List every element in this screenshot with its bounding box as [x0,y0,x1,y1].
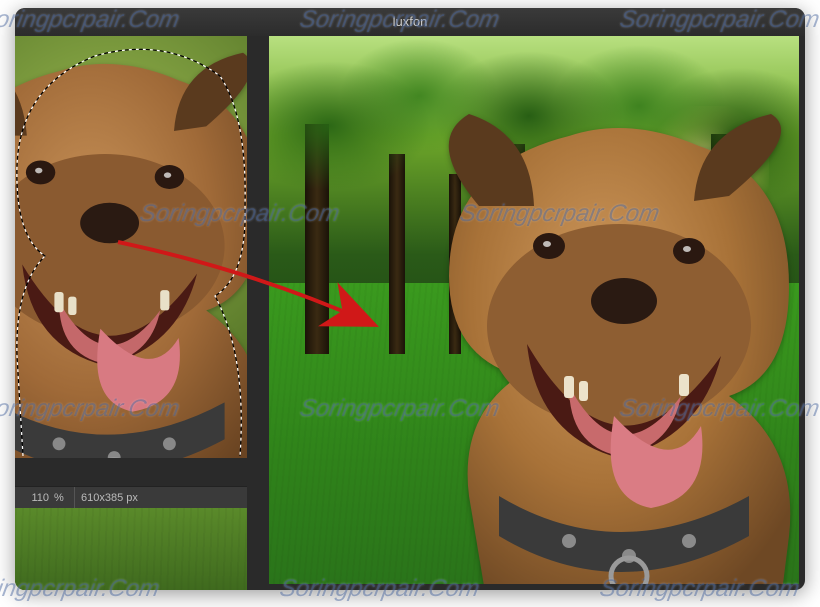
target-dog-layer[interactable] [369,76,799,584]
left-panel: 110 % 610x385 px [15,36,247,590]
title-bar[interactable]: luxfon [15,8,805,36]
preview-grass [15,508,247,590]
editor-window: luxfon [15,8,805,590]
zoom-unit: % [52,492,68,504]
status-bar: 110 % 610x385 px [15,486,247,510]
document-title: luxfon [393,14,428,29]
canvas-dimensions: 610x385 px [81,492,247,504]
right-panel [269,36,799,584]
source-canvas[interactable] [15,36,247,458]
bottom-preview[interactable] [15,508,247,590]
target-canvas[interactable] [269,36,799,584]
source-dog-image[interactable] [15,36,247,458]
zoom-value[interactable]: 110 [15,492,52,504]
status-divider [74,487,75,509]
